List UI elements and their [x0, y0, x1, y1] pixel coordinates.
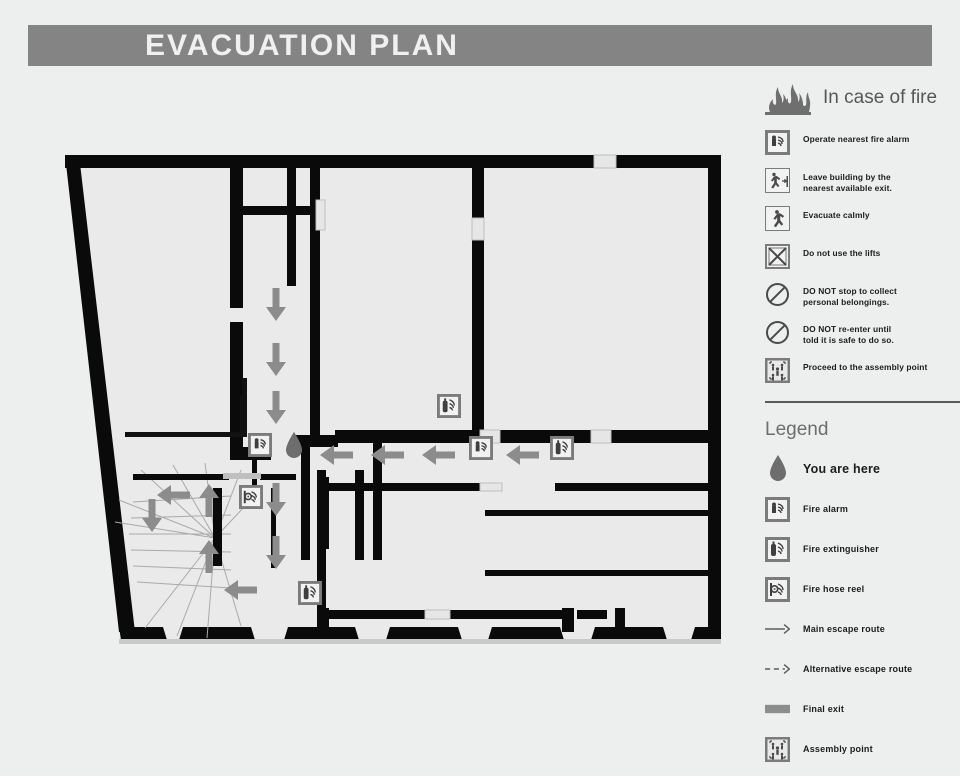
route-arrow-down — [265, 483, 287, 517]
fire-step-label: Proceed to the assembly point — [803, 362, 928, 372]
fire-hose-reel-icon — [765, 576, 790, 602]
fire-alarm-icon — [765, 496, 790, 522]
you-are-here-drop-icon — [765, 455, 790, 482]
fire-step-2: Leave building by the nearest available e… — [765, 168, 960, 197]
legend-item-6: Final exit — [765, 696, 960, 722]
fire-instructions-panel: In case of fire Operate nearest fire ala… — [765, 78, 960, 776]
plan-fire-alarm-icon — [469, 436, 493, 460]
legend-item-2: Fire extinguisher — [765, 536, 960, 562]
running-person-icon — [765, 206, 790, 231]
legend-item-label: You are here — [803, 461, 881, 476]
page-title-banner: EVACUATION PLAN — [28, 25, 932, 66]
no-lifts-icon — [765, 244, 790, 269]
page-title: EVACUATION PLAN — [145, 28, 459, 62]
legend-item-7: Assembly point — [765, 736, 960, 762]
prohibition-icon — [765, 282, 790, 307]
legend-item-label: Final exit — [803, 704, 845, 714]
route-arrow-left — [224, 573, 257, 607]
fire-step-label: Operate nearest fire alarm — [803, 134, 910, 144]
legend-item-label: Fire hose reel — [803, 584, 865, 594]
legend-item-label: Alternative escape route — [803, 664, 913, 674]
in-case-of-fire-header: In case of fire — [765, 78, 960, 118]
fire-extinguisher-icon — [765, 536, 790, 562]
legend-item-5: Alternative escape route — [765, 656, 960, 682]
fire-alarm-icon — [765, 130, 790, 155]
plan-fire-alarm-icon — [248, 433, 272, 457]
legend-item-1: Fire alarm — [765, 496, 960, 522]
final-exit-bar-icon — [765, 704, 790, 714]
plan-fire-extinguisher-icon — [550, 436, 574, 460]
route-arrow-left — [506, 438, 539, 472]
fire-step-label: DO NOT re-enter until told it is safe to … — [803, 324, 894, 345]
route-arrow-down — [265, 536, 287, 570]
legend-title: Legend — [765, 419, 829, 440]
emergency-exit-icon — [765, 168, 790, 193]
legend-item-4: Main escape route — [765, 616, 960, 642]
legend-item-label: Fire alarm — [803, 504, 849, 514]
legend-item-3: Fire hose reel — [765, 576, 960, 602]
fire-step-5: DO NOT stop to collect personal belonging… — [765, 282, 960, 311]
legend-list: You are here Fire alarm Fire extinguishe… — [765, 455, 960, 762]
fire-step-6: DO NOT re-enter until told it is safe to … — [765, 320, 960, 349]
evacuation-plan-page: EVACUATION PLAN In case of fire Operate … — [0, 0, 960, 762]
route-arrow-down — [141, 499, 163, 533]
legend-item-label: Fire extinguisher — [803, 544, 879, 554]
plan-fire-hose-reel-icon — [239, 485, 263, 509]
route-arrow-down — [265, 288, 287, 322]
fire-step-7: Proceed to the assembly point — [765, 358, 960, 387]
fire-step-label: Leave building by the nearest available e… — [803, 172, 892, 193]
plan-fire-extinguisher-icon — [298, 581, 322, 605]
fire-step-3: Evacuate calmly — [765, 206, 960, 235]
route-arrow-up — [198, 539, 220, 573]
solid-arrow-icon — [765, 622, 790, 636]
route-arrow-up — [198, 483, 220, 517]
route-arrow-left — [422, 438, 455, 472]
fire-step-label: Do not use the lifts — [803, 248, 881, 258]
flame-icon — [765, 81, 811, 115]
route-arrow-left — [157, 478, 190, 512]
prohibition-icon — [765, 320, 790, 345]
route-arrow-down — [265, 343, 287, 377]
fire-step-label: DO NOT stop to collect personal belonging… — [803, 286, 897, 307]
plan-you-are-here-drop-icon — [285, 432, 303, 459]
legend-item-0: You are here — [765, 455, 960, 482]
legend-item-label: Main escape route — [803, 624, 885, 634]
route-arrow-down — [265, 391, 287, 425]
section-divider — [765, 401, 960, 403]
in-case-of-fire-title: In case of fire — [823, 87, 938, 108]
fire-step-label: Evacuate calmly — [803, 210, 870, 220]
floor-plan-drawing — [65, 154, 721, 644]
plan-fire-extinguisher-icon — [437, 394, 461, 418]
legend-item-label: Assembly point — [803, 744, 873, 754]
route-arrow-left — [320, 438, 353, 472]
dashed-arrow-icon — [765, 662, 790, 676]
fire-step-4: Do not use the lifts — [765, 244, 960, 273]
fire-steps-list: Operate nearest fire alarm Leave buildin… — [765, 130, 960, 387]
fire-step-1: Operate nearest fire alarm — [765, 130, 960, 159]
route-arrow-left — [371, 438, 404, 472]
lower-center-room — [317, 470, 326, 630]
assembly-point-icon — [765, 358, 790, 383]
building-floor-plan — [55, 140, 745, 660]
assembly-point-icon — [765, 736, 790, 762]
